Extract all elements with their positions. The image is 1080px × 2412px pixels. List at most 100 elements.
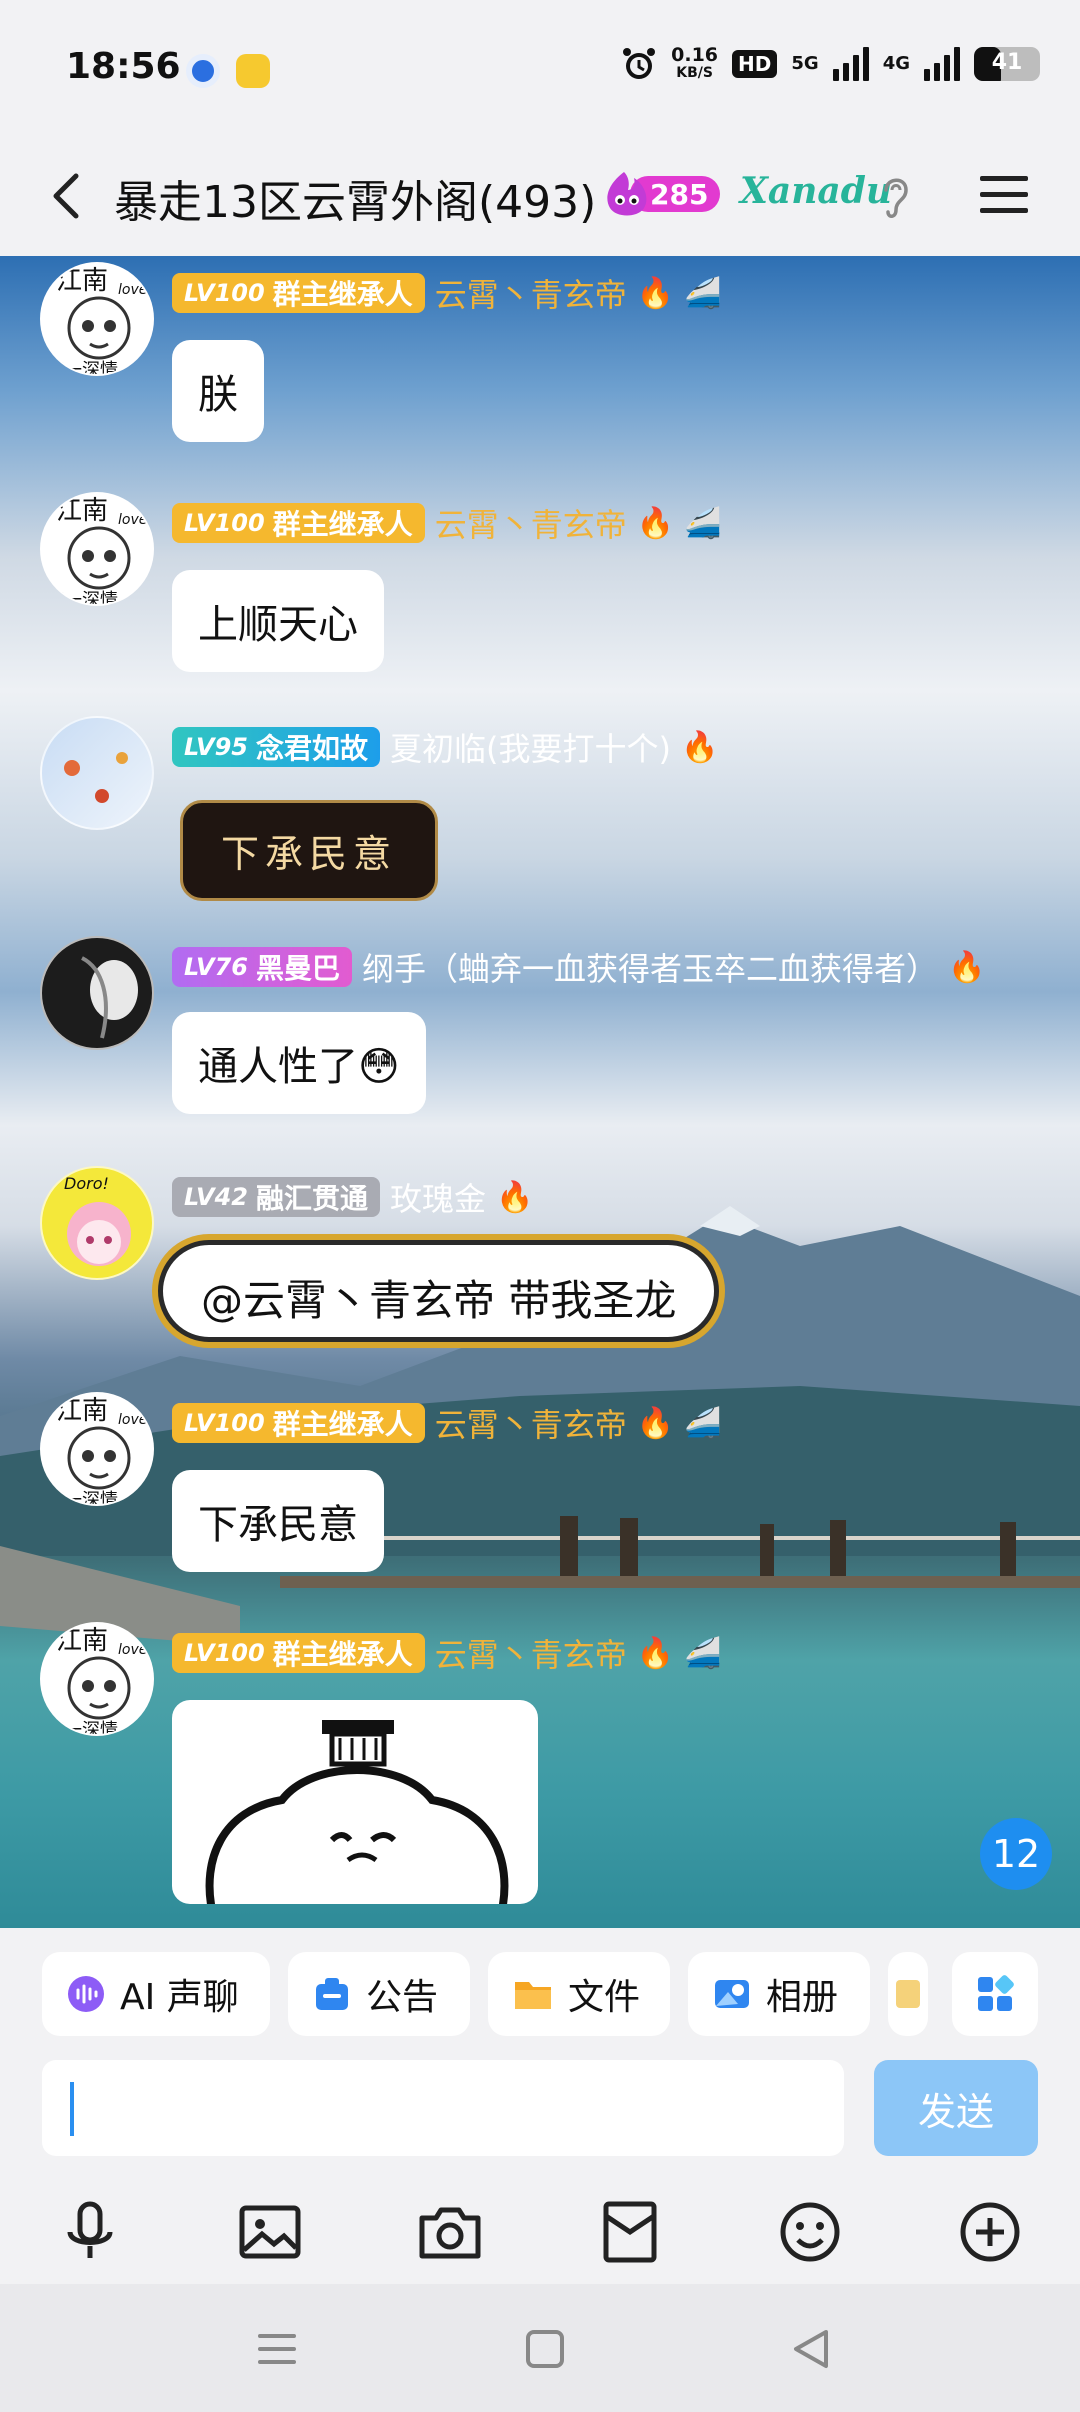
fire-icon: 🔥 [636, 1635, 675, 1671]
send-button[interactable]: 发送 [874, 2060, 1038, 2156]
message-bubble[interactable]: 下承民意 [180, 800, 439, 901]
menu-icon[interactable] [976, 170, 1032, 220]
quick-action-bar: AI 声聊 公告 文件 相册 [0, 1928, 1080, 2068]
ai-voice-icon [68, 1976, 104, 2012]
hd-badge: HD [732, 50, 778, 78]
back-nav-icon[interactable] [786, 2326, 836, 2372]
group-title[interactable]: 暴走13区云霄外阁(493) [114, 166, 596, 230]
fire-icon: 🔥 [636, 1405, 675, 1441]
emoji-icon[interactable] [772, 2194, 848, 2270]
message-bubble[interactable]: 朕 [172, 340, 264, 442]
message-meta: LV42 融汇贯通 玫瑰金 🔥 [172, 1174, 533, 1220]
input-toolbar [0, 2180, 1080, 2284]
avatar[interactable]: 江南 love 第一深情 [40, 492, 154, 606]
home-icon[interactable] [520, 2326, 570, 2372]
network-4g: 4G [882, 53, 910, 74]
avatar[interactable]: 江南 love 第一深情 [40, 262, 154, 376]
app-notification-icon [186, 54, 220, 88]
message-input[interactable] [42, 2060, 844, 2156]
apps-grid-button[interactable] [952, 1952, 1038, 2036]
sender-nickname[interactable]: 纲手（蛐弃一血获得者玉卒二血获得者） [362, 944, 938, 990]
signal-icon-1 [832, 47, 869, 81]
sender-nickname[interactable]: 云霄丶青玄帝 [435, 270, 627, 316]
fire-icon: 🔥 [948, 949, 986, 985]
partial-icon [896, 1980, 920, 2008]
album-icon [715, 1980, 749, 2008]
member-title-badge[interactable]: LV100 群主继承人 [172, 503, 425, 543]
alarm-icon [623, 48, 656, 79]
avatar[interactable]: 江南 love 第一深情 [40, 1392, 154, 1506]
system-navigation-bar [0, 2284, 1080, 2412]
folder-icon [515, 1982, 551, 2009]
microphone-icon[interactable] [52, 2194, 128, 2270]
cat-sticker-image [205, 1720, 509, 1904]
member-title-badge[interactable]: LV100 群主继承人 [172, 1403, 425, 1443]
fire-icon: 🔥 [636, 505, 675, 541]
network-5g: 5G [791, 53, 819, 74]
recent-apps-icon[interactable] [252, 2326, 302, 2372]
camera-icon[interactable] [412, 2194, 488, 2270]
status-time: 18:56 [66, 46, 181, 87]
battery-icon: 41 [974, 47, 1040, 81]
train-icon: 🚄 [684, 1635, 722, 1671]
message-meta: LV95 念君如故 夏初临(我要打十个) 🔥 [172, 724, 718, 770]
sender-nickname[interactable]: 云霄丶青玄帝 [435, 1630, 627, 1676]
member-title-badge[interactable]: LV100 群主继承人 [172, 1633, 425, 1673]
group-flame-badge[interactable]: 285 [600, 168, 722, 220]
train-icon: 🚄 [684, 1405, 722, 1441]
plus-icon[interactable] [952, 2194, 1028, 2270]
album-button[interactable]: 相册 [688, 1952, 870, 2036]
message-meta: LV100 群主继承人 云霄丶青玄帝 🔥 🚄 [172, 500, 721, 546]
message-input-bar: 发送 [0, 2060, 1080, 2180]
chat-header: 暴走13区云霄外阁(493) 285 Xanadu [0, 140, 1080, 256]
unread-count-badge[interactable]: 12 [980, 1818, 1052, 1890]
train-icon: 🚄 [684, 275, 722, 311]
message-bubble[interactable]: 上顺天心 [172, 570, 384, 672]
image-icon[interactable] [232, 2194, 308, 2270]
chat-message-list[interactable]: 江南 love 第一深情 LV100 群主继承人 云霄丶青玄帝 🔥 🚄 朕 江南 … [0, 256, 1080, 1928]
message-meta: LV100 群主继承人 云霄丶青玄帝 🔥 🚄 [172, 1630, 721, 1676]
ai-voice-chat-button[interactable]: AI 声聊 [42, 1952, 270, 2036]
ear-icon[interactable] [878, 170, 914, 222]
avatar[interactable] [40, 716, 154, 830]
status-bar: 18:56 0.16 KB/S HD 5G 4G 41 [0, 0, 1080, 140]
background-mountains [0, 1206, 1080, 1556]
files-button[interactable]: 文件 [488, 1952, 670, 2036]
notice-button[interactable]: 公告 [288, 1952, 470, 2036]
sender-nickname[interactable]: 夏初临(我要打十个) [390, 724, 671, 770]
avatar[interactable] [40, 936, 154, 1050]
apps-grid-icon [978, 1975, 1014, 2011]
member-title-badge[interactable]: LV95 念君如故 [172, 727, 380, 767]
sender-nickname[interactable]: 云霄丶青玄帝 [435, 1400, 627, 1446]
notice-icon [316, 1978, 348, 2010]
sender-nickname[interactable]: 云霄丶青玄帝 [435, 500, 627, 546]
fire-icon: 🔥 [496, 1179, 534, 1215]
back-icon[interactable] [38, 166, 98, 226]
train-icon: 🚄 [684, 505, 722, 541]
signal-icon-2 [924, 47, 960, 81]
fire-icon: 🔥 [680, 729, 719, 765]
message-bubble[interactable]: 下承民意 [172, 1470, 384, 1572]
xanadu-badge[interactable]: Xanadu [740, 170, 892, 212]
message-meta: LV76 黑曼巴 纲手（蛐弃一血获得者玉卒二血获得者） 🔥 [172, 944, 985, 990]
avatar[interactable]: Doro! [40, 1166, 154, 1280]
sender-nickname[interactable]: 玫瑰金 [390, 1174, 486, 1220]
message-meta: LV100 群主继承人 云霄丶青玄帝 🔥 🚄 [172, 1400, 721, 1446]
avatar-leaves [64, 752, 128, 803]
avatar-dark-figure [80, 956, 138, 1039]
red-packet-icon[interactable] [592, 2194, 668, 2270]
status-icons: 0.16 KB/S HD 5G 4G 41 [621, 46, 1040, 82]
net-speed: 0.16 KB/S [671, 44, 719, 82]
avatar[interactable]: 江南 love 第一深情 [40, 1622, 154, 1736]
text-caret [70, 2082, 74, 2136]
sticker-image[interactable] [172, 1700, 538, 1904]
fire-icon: 🔥 [636, 275, 675, 311]
message-bubble[interactable]: @云霄丶青玄帝 带我圣龙 [158, 1240, 720, 1342]
member-title-badge[interactable]: LV76 黑曼巴 [172, 947, 352, 987]
more-quick-action-partial[interactable] [888, 1952, 928, 2036]
message-meta: LV100 群主继承人 云霄丶青玄帝 🔥 🚄 [172, 270, 721, 316]
message-bubble[interactable]: 通人性了😳 [172, 1012, 426, 1114]
member-title-badge[interactable]: LV42 融汇贯通 [172, 1177, 380, 1217]
rabbit-app-icon [236, 54, 270, 88]
member-title-badge[interactable]: LV100 群主继承人 [172, 273, 425, 313]
